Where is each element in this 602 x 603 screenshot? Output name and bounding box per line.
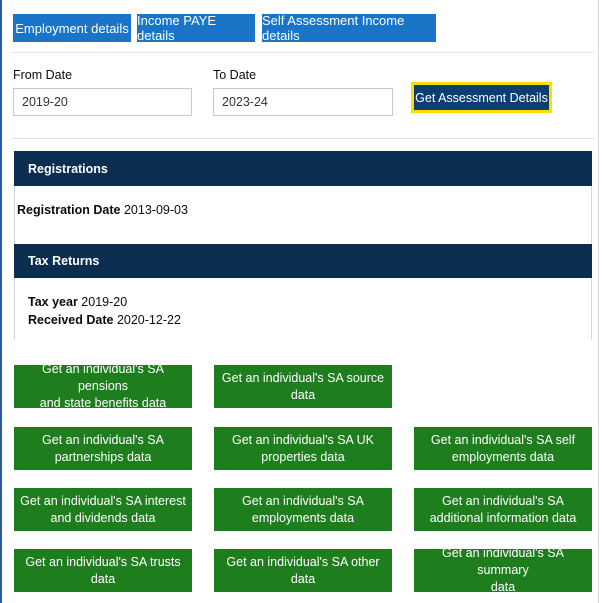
sa-employments-button[interactable]: Get an individual's SA employments data xyxy=(214,488,392,531)
tax-year-label: Tax year xyxy=(28,295,78,309)
sa-interest-dividends-button[interactable]: Get an individual's SA interest and divid… xyxy=(14,488,192,531)
button-label: Get an individual's SA summary data xyxy=(442,546,564,594)
button-label: Get an individual's SA pensions and state… xyxy=(39,362,167,410)
divider xyxy=(12,52,594,53)
left-edge-rule xyxy=(0,0,2,603)
get-assessment-details-button[interactable]: Get Assessment Details xyxy=(411,82,552,113)
tab-income-paye-details[interactable]: Income PAYE details xyxy=(137,13,255,43)
from-date-input[interactable] xyxy=(13,88,192,116)
button-label: Get an individual's SA other data xyxy=(226,554,380,586)
tax-returns-panel xyxy=(14,278,592,340)
button-label: Get an individual's SA interest and divid… xyxy=(20,493,186,525)
divider xyxy=(12,138,594,139)
tax-year-value: 2019-20 xyxy=(81,295,128,309)
received-date-label: Received Date xyxy=(28,313,114,327)
received-date: Received Date 2020-12-22 xyxy=(28,313,181,327)
button-label: Get an individual's SA trusts data xyxy=(25,554,181,586)
sa-pensions-state-benefits-button[interactable]: Get an individual's SA pensions and state… xyxy=(14,362,192,410)
sa-additional-information-button[interactable]: Get an individual's SA additional informa… xyxy=(414,488,592,531)
from-date-label: From Date xyxy=(13,68,73,82)
button-label: Get an individual's SA employments data xyxy=(242,493,364,525)
to-date-input[interactable] xyxy=(213,88,393,116)
to-date-label: To Date xyxy=(213,68,257,82)
sa-trusts-button[interactable]: Get an individual's SA trusts data xyxy=(14,549,192,592)
tab-employment-details[interactable]: Employment details xyxy=(13,14,131,42)
button-label: Get an individual's SA UK properties data xyxy=(231,432,375,464)
sa-summary-button[interactable]: Get an individual's SA summary data xyxy=(414,546,592,594)
registration-date: Registration Date 2013-09-03 xyxy=(17,203,188,217)
button-label: Get an individual's SA partnerships data xyxy=(42,432,164,464)
tab-self-assessment-income-details[interactable]: Self Assessment Income details xyxy=(262,13,436,43)
received-date-value: 2020-12-22 xyxy=(116,313,181,327)
button-label: Get an individual's SA additional informa… xyxy=(429,493,577,525)
registration-date-value: 2013-09-03 xyxy=(123,203,188,217)
button-label: Get an individual's SA source data xyxy=(221,370,385,402)
registration-date-label: Registration Date xyxy=(17,203,121,217)
sa-partnerships-button[interactable]: Get an individual's SA partnerships data xyxy=(14,427,192,470)
registrations-heading: Registrations xyxy=(14,151,592,186)
right-edge-rule xyxy=(598,0,599,603)
tax-year: Tax year 2019-20 xyxy=(28,295,127,309)
sa-self-employments-button[interactable]: Get an individual's SA self employments d… xyxy=(414,427,592,470)
button-label: Get an individual's SA self employments d… xyxy=(430,432,576,464)
sa-uk-properties-button[interactable]: Get an individual's SA UK properties data xyxy=(214,427,392,470)
sa-source-button[interactable]: Get an individual's SA source data xyxy=(214,365,392,408)
tax-returns-heading: Tax Returns xyxy=(14,244,592,278)
sa-other-button[interactable]: Get an individual's SA other data xyxy=(214,549,392,592)
